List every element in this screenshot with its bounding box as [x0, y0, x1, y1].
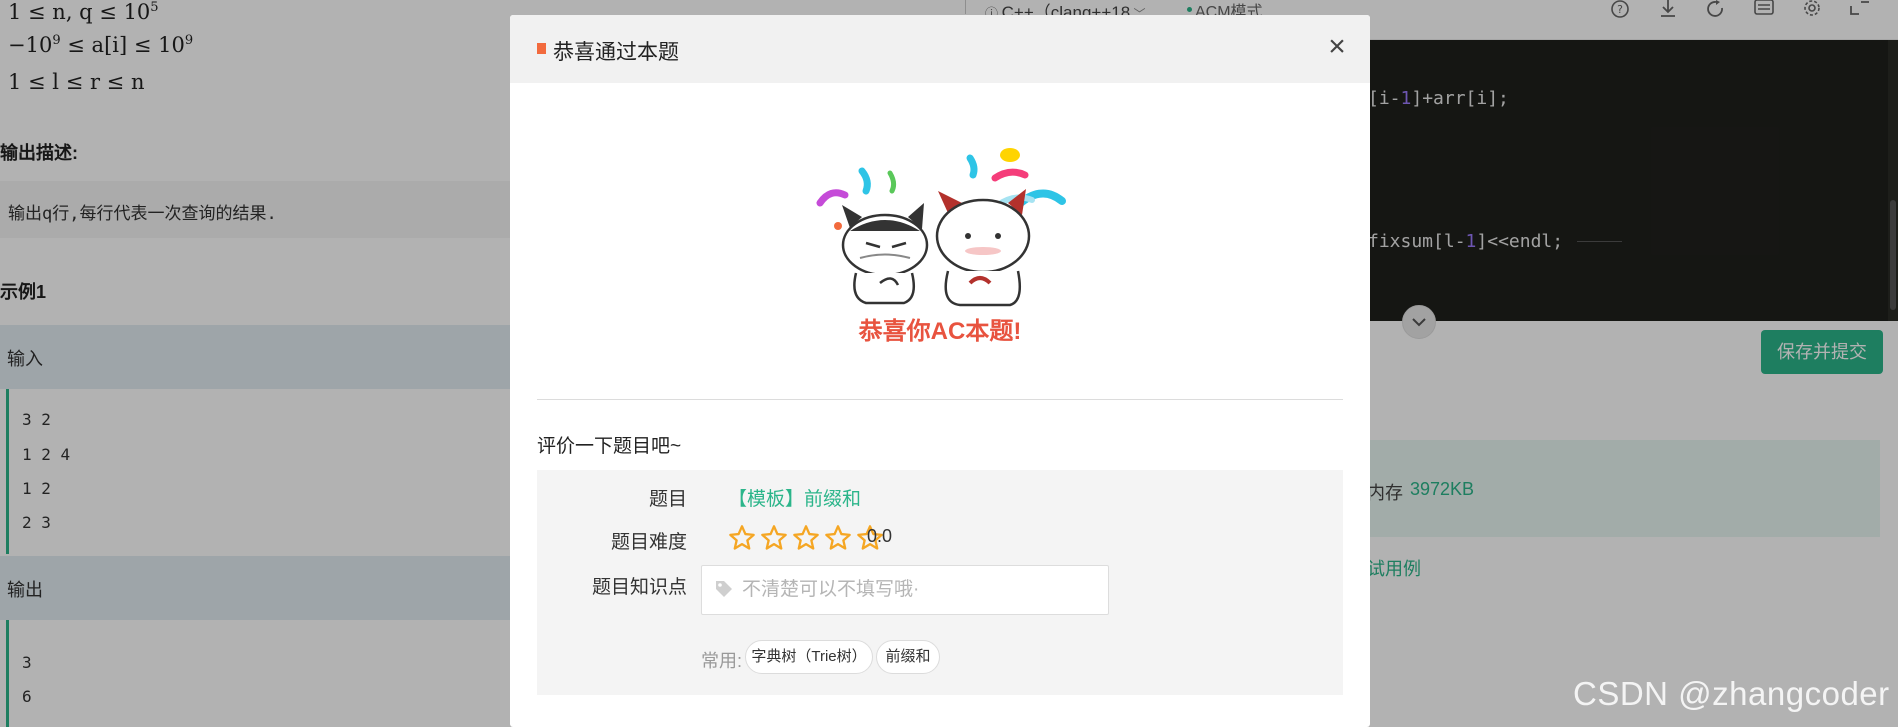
knowledge-input[interactable]: [742, 574, 1092, 606]
common-label: 常用:: [701, 651, 743, 671]
title-mark: [537, 43, 546, 54]
tag-icon: [716, 581, 732, 597]
rating-form: 题目 【模板】前缀和 题目难度 0.0 题目知识点 常用: 字典树（Trie树）…: [537, 470, 1343, 695]
modal-divider: [537, 399, 1343, 400]
celebration-illustration: [800, 133, 1090, 308]
modal-header: 恭喜通过本题 ×: [510, 15, 1370, 83]
knowledge-label: 题目知识点: [591, 577, 687, 598]
congrats-message: 恭喜你AC本题!: [858, 318, 1022, 345]
success-modal: 恭喜通过本题 × 恭喜你AC本题! 评价一下题目吧~ 题目 【模板】前缀和 题目…: [510, 15, 1370, 727]
difficulty-score: 0.0: [867, 526, 893, 546]
rate-title: 评价一下题目吧~: [537, 436, 682, 457]
knowledge-chip-trie[interactable]: 字典树（Trie树）: [745, 640, 873, 674]
star-icon[interactable]: [728, 524, 756, 552]
knowledge-chip-prefix-sum[interactable]: 前缀和: [876, 640, 940, 674]
knowledge-input-box[interactable]: [701, 565, 1109, 615]
star-icon[interactable]: [824, 524, 852, 552]
watermark: CSDN @zhangcoder: [1573, 675, 1890, 712]
star-icon[interactable]: [792, 524, 820, 552]
problem-label: 题目: [648, 489, 687, 510]
close-icon[interactable]: ×: [1322, 32, 1352, 62]
problem-name-link[interactable]: 【模板】前缀和: [728, 484, 861, 511]
difficulty-label: 题目难度: [610, 532, 687, 553]
difficulty-star-rating[interactable]: [728, 524, 888, 554]
modal-title: 恭喜通过本题: [553, 41, 679, 64]
star-icon[interactable]: [760, 524, 788, 552]
